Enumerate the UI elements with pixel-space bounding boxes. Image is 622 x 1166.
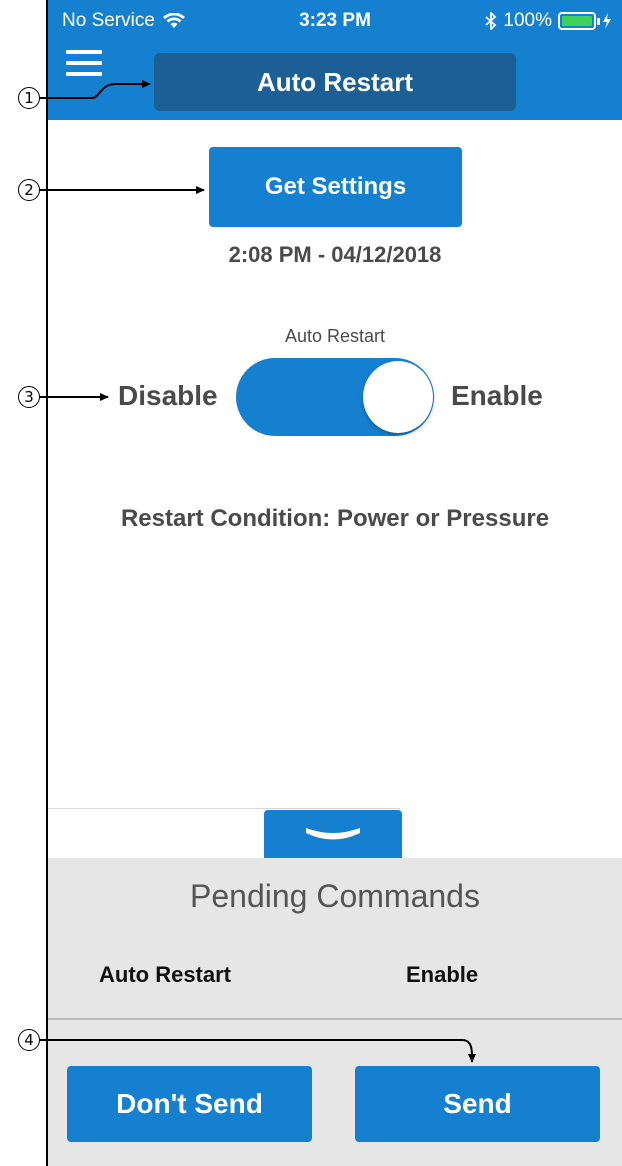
callout-3: 3 bbox=[18, 386, 40, 408]
callout-1: 1 bbox=[18, 87, 40, 109]
callout-4: 4 bbox=[18, 1029, 40, 1051]
callout-arrows bbox=[40, 80, 476, 1063]
callout-2: 2 bbox=[18, 179, 40, 201]
